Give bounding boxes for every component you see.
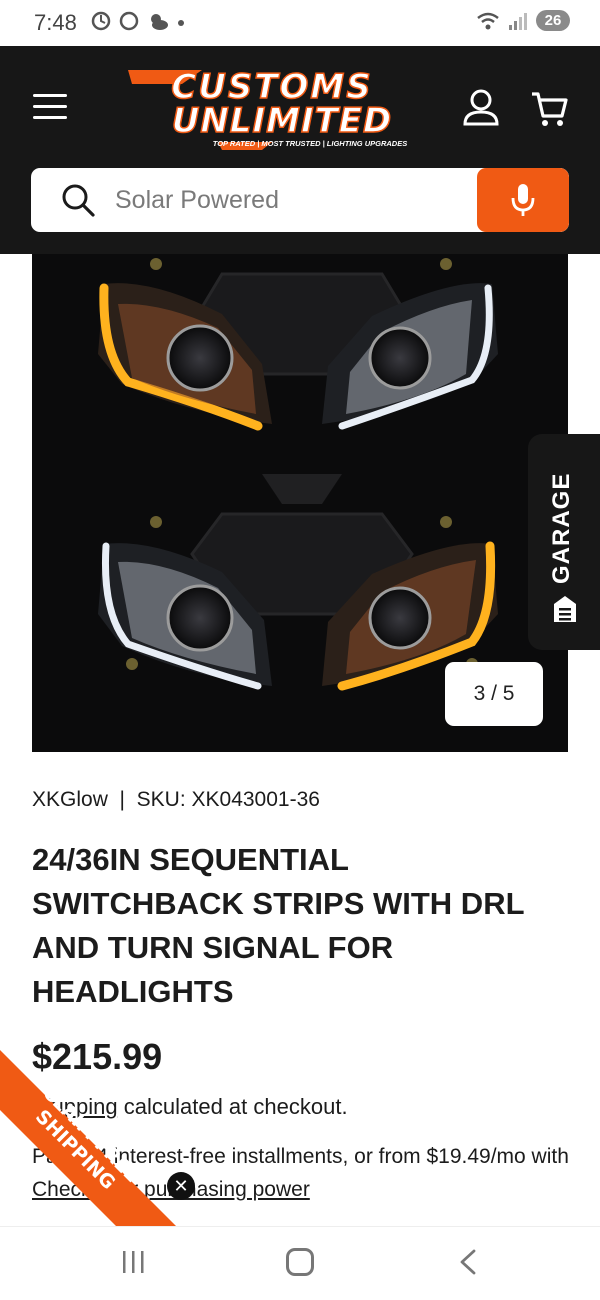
account-icon[interactable] <box>462 88 500 128</box>
site-header: CUSTOMS UNLIMITED TOP RATED | MOST TRUST… <box>0 46 600 254</box>
logo-tagline: TOP RATED | MOST TRUSTED | LIGHTING UPGR… <box>213 139 407 148</box>
ring-icon <box>119 11 139 31</box>
status-bar: 7:48 26 <box>0 0 600 46</box>
signal-icon <box>509 12 527 30</box>
microphone-icon <box>511 184 535 216</box>
garage-tab[interactable]: GARAGE <box>528 434 600 650</box>
garage-label: GARAGE <box>548 472 575 584</box>
close-icon[interactable]: ✕ <box>167 1172 195 1200</box>
recent-apps-icon[interactable] <box>120 1249 146 1275</box>
weather-icon <box>151 14 168 30</box>
search-bar <box>31 168 569 232</box>
product-title: 24/36IN SEQUENTIAL SWITCHBACK STRIPS WIT… <box>32 842 524 1009</box>
search-input[interactable] <box>115 168 475 232</box>
logo-line2: UNLIMITED <box>172 101 393 141</box>
battery-indicator: 26 <box>536 10 570 31</box>
image-counter[interactable]: 3 / 5 <box>445 662 543 726</box>
cart-icon[interactable] <box>530 88 568 128</box>
search-icon[interactable] <box>61 183 95 217</box>
wifi-icon <box>477 12 499 29</box>
menu-icon-bar <box>33 94 67 97</box>
vendor-sku: XKGlow | SKU: XK043001-36 <box>32 788 320 811</box>
home-icon[interactable] <box>286 1248 314 1276</box>
sync-icon <box>91 11 111 31</box>
menu-icon-bar <box>33 105 67 108</box>
system-nav-bar <box>0 1226 600 1300</box>
voice-search-button[interactable] <box>477 168 569 232</box>
customs-unlimited-logo[interactable]: CUSTOMS UNLIMITED TOP RATED | MOST TRUST… <box>122 64 422 150</box>
dot-icon <box>178 20 184 26</box>
menu-icon-bar <box>33 116 67 119</box>
status-notification-icons <box>90 10 186 32</box>
back-icon[interactable] <box>458 1249 478 1275</box>
menu-button[interactable] <box>33 94 67 120</box>
garage-icon <box>554 596 576 622</box>
status-time: 7:48 <box>34 10 77 35</box>
status-system-icons: 26 <box>476 10 570 31</box>
